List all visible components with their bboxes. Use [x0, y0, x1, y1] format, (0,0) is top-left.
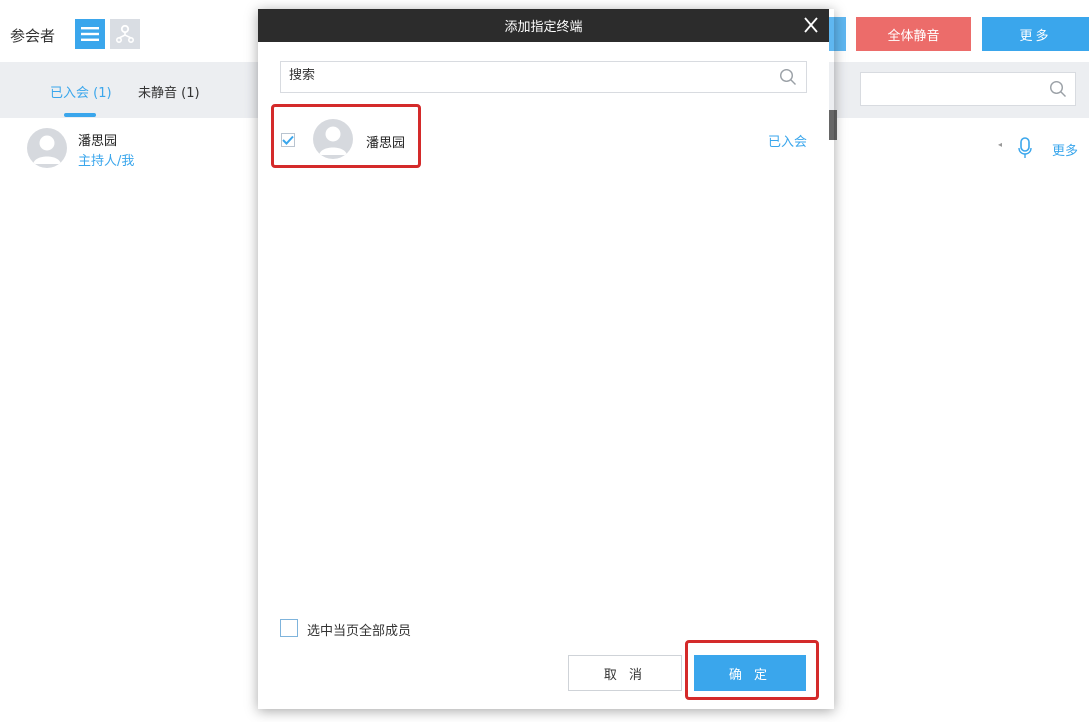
participant-more-link[interactable]: 更多	[1052, 140, 1078, 159]
tab-joined[interactable]: 已入会 (1)	[50, 82, 112, 101]
dialog-header: 添加指定终端	[258, 9, 829, 42]
avatar	[27, 128, 67, 168]
member-status: 已入会	[768, 135, 808, 150]
add-terminal-dialog: 添加指定终端 潘思园 已入会 选中当页全部成员 取 消 确 定	[258, 9, 829, 707]
expand-arrow-icon[interactable]: ◂	[998, 140, 1002, 149]
select-all-label[interactable]: 选中当页全部成员	[307, 620, 411, 639]
dialog-title: 添加指定终端	[504, 20, 583, 35]
participant-role: 主持人/我	[78, 154, 135, 169]
avatar-icon	[33, 135, 61, 164]
cancel-button[interactable]: 取 消	[568, 655, 682, 691]
more-button[interactable]: 更多	[982, 17, 1089, 51]
mute-all-button[interactable]: 全体静音	[856, 17, 971, 51]
list-view-button[interactable]	[75, 19, 105, 49]
participants-title: 参会者	[10, 27, 56, 45]
org-view-icon	[115, 24, 135, 44]
participant-search-input[interactable]	[860, 72, 1076, 106]
participant-name: 潘思园	[78, 134, 118, 149]
org-view-button[interactable]	[110, 19, 140, 49]
search-icon[interactable]	[779, 68, 797, 86]
dialog-search-input[interactable]	[289, 68, 769, 83]
select-all-checkbox[interactable]	[280, 619, 298, 637]
annotation-highlight-box	[685, 640, 819, 700]
microphone-icon[interactable]	[1018, 137, 1032, 163]
list-view-icon	[81, 27, 99, 41]
search-icon[interactable]	[1049, 80, 1067, 98]
close-icon[interactable]	[799, 13, 823, 37]
active-tab-indicator	[64, 113, 96, 117]
tab-unmuted[interactable]: 未静音 (1)	[138, 82, 200, 101]
dialog-search-field[interactable]	[280, 61, 807, 93]
annotation-highlight-box	[271, 104, 421, 168]
